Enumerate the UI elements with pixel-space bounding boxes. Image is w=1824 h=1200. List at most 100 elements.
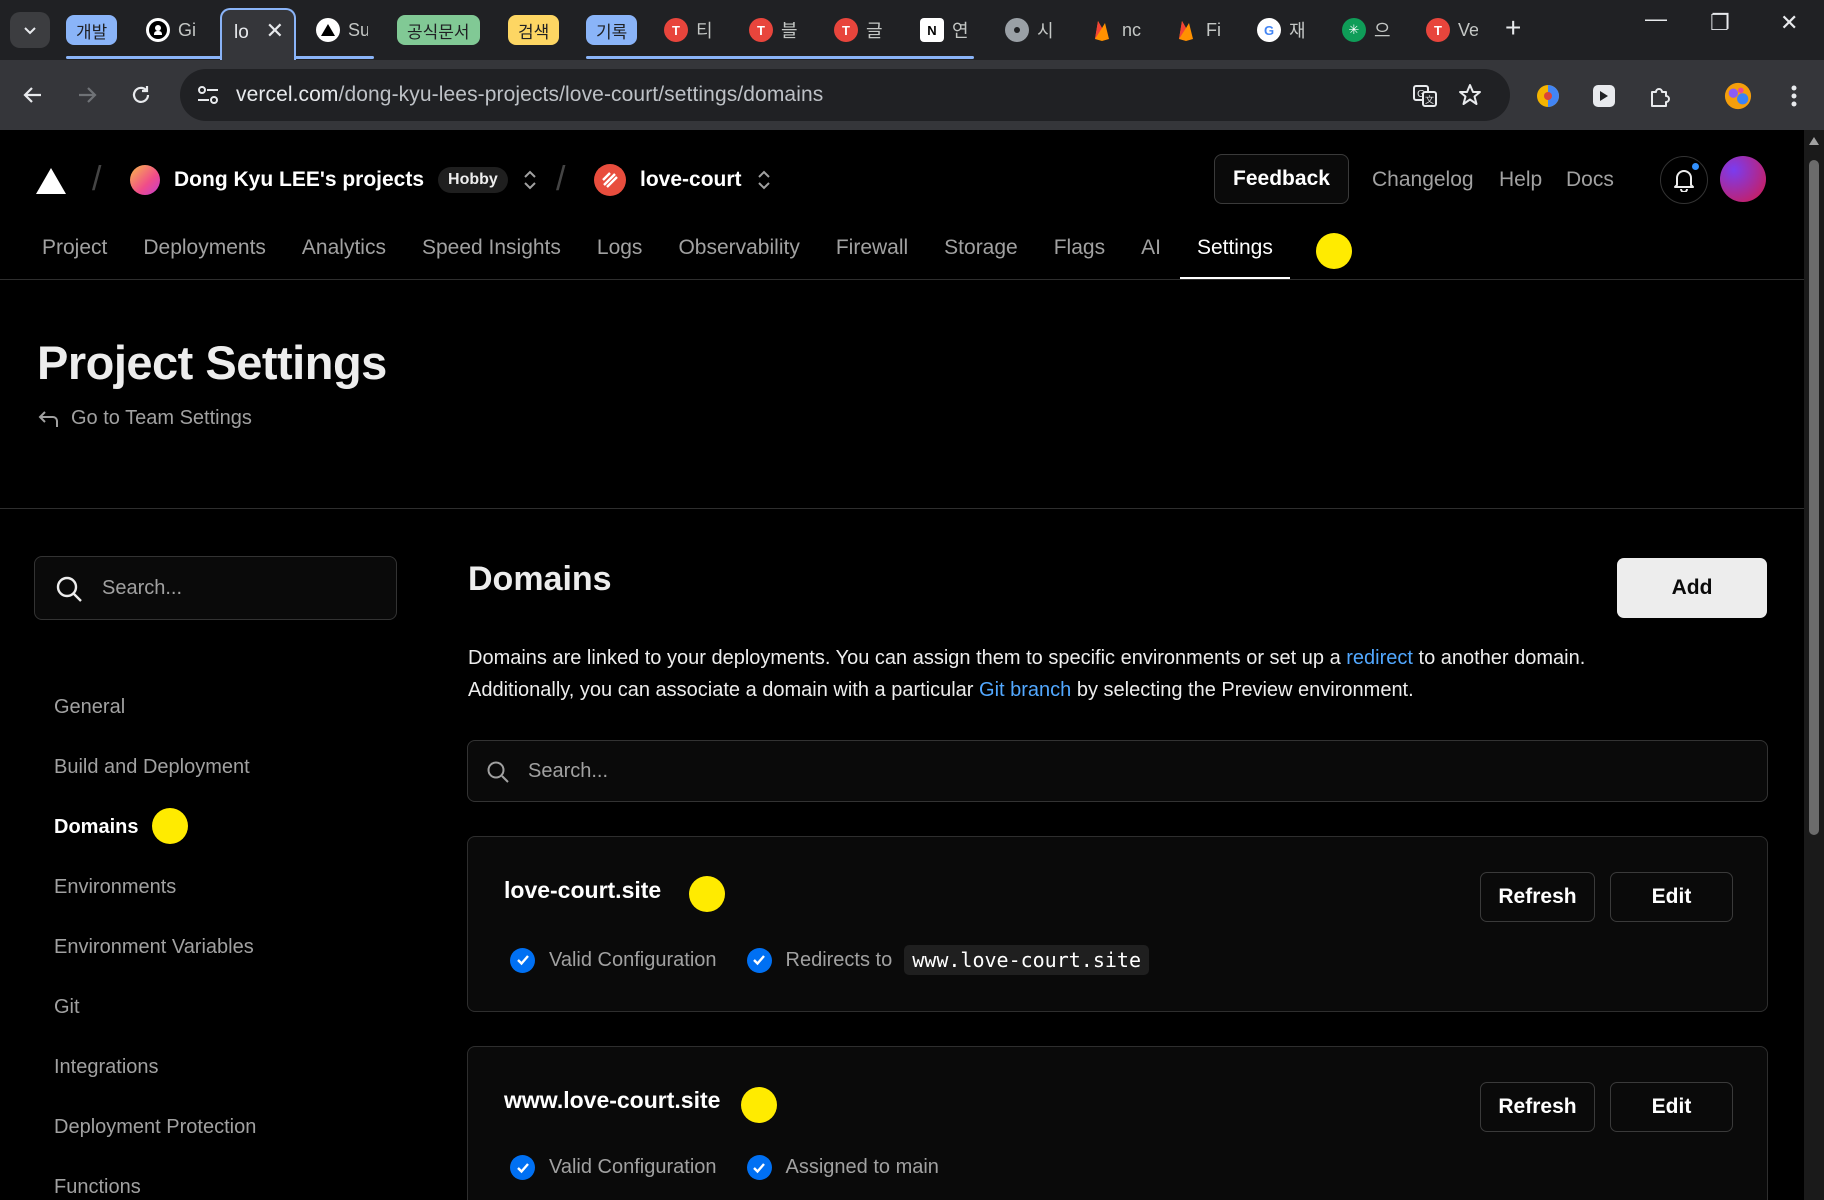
- translate-icon[interactable]: G文: [1412, 83, 1438, 109]
- extension-icon[interactable]: [1590, 82, 1618, 110]
- tab-analytics[interactable]: Analytics: [302, 236, 386, 280]
- browser-tab[interactable]: 시: [1005, 10, 1057, 50]
- address-bar[interactable]: vercel.com/dong-kyu-lees-projects/love-c…: [180, 69, 1510, 121]
- tab-search-button[interactable]: [10, 12, 50, 48]
- browser-tab[interactable]: T Ve: [1426, 10, 1478, 50]
- bell-icon: [1674, 170, 1694, 192]
- browser-tab[interactable]: N연: [920, 10, 972, 50]
- reload-button[interactable]: [124, 78, 158, 112]
- assigned-branch-status: Assigned to main: [785, 1156, 939, 1178]
- sidebar-search-input[interactable]: Search...: [34, 556, 397, 620]
- team-switcher[interactable]: Dong Kyu LEE's projects Hobby: [130, 156, 538, 204]
- minimize-icon[interactable]: —: [1645, 6, 1667, 32]
- docs-link[interactable]: Docs: [1566, 168, 1614, 192]
- browser-tab[interactable]: Fi: [1174, 10, 1226, 50]
- edit-button[interactable]: Edit: [1610, 872, 1733, 922]
- notification-dot: [1690, 161, 1701, 172]
- valid-configuration-status: Valid Configuration: [549, 948, 717, 971]
- tab-settings[interactable]: Settings: [1179, 236, 1290, 280]
- tab-firewall[interactable]: Firewall: [836, 236, 908, 280]
- feedback-button[interactable]: Feedback: [1214, 154, 1349, 204]
- browser-tab[interactable]: ✳ 으: [1342, 10, 1394, 50]
- browser-tab[interactable]: nc: [1090, 10, 1142, 50]
- browser-tab-title: 시: [1037, 21, 1054, 41]
- tab-group-chip[interactable]: 개발: [66, 15, 118, 45]
- highlight-marker: [741, 1087, 777, 1123]
- tab-speed-insights[interactable]: Speed Insights: [422, 236, 561, 280]
- project-switcher[interactable]: love-court: [594, 156, 772, 204]
- domain-name[interactable]: www.love-court.site: [504, 1087, 720, 1114]
- project-name: love-court: [640, 168, 742, 191]
- vercel-logo-icon[interactable]: [36, 168, 66, 194]
- user-avatar[interactable]: [1720, 156, 1766, 202]
- browser-tab-active[interactable]: lo ✕: [220, 8, 296, 60]
- site-info-icon[interactable]: [196, 84, 220, 106]
- restore-icon[interactable]: ❐: [1710, 10, 1730, 36]
- color-picker-extension-icon[interactable]: [1534, 82, 1562, 110]
- browser-tab[interactable]: Su: [316, 10, 368, 50]
- tab-logs[interactable]: Logs: [597, 236, 643, 280]
- tab-flags[interactable]: Flags: [1054, 236, 1105, 280]
- new-tab-button[interactable]: +: [1505, 12, 1521, 44]
- sidebar-item-deployment-protection[interactable]: Deployment Protection: [54, 1116, 256, 1139]
- description-text: by selecting the Preview environment.: [1071, 679, 1414, 701]
- tab-project[interactable]: Project: [42, 236, 107, 280]
- back-button[interactable]: [16, 78, 50, 112]
- git-branch-link[interactable]: Git branch: [979, 679, 1071, 701]
- go-to-team-settings-link[interactable]: Go to Team Settings: [37, 407, 252, 430]
- browser-tab[interactable]: T블: [749, 10, 801, 50]
- redirect-link[interactable]: redirect: [1346, 647, 1413, 669]
- tab-group-chip[interactable]: 기록: [586, 15, 638, 45]
- sidebar-item-environments[interactable]: Environments: [54, 876, 176, 899]
- domain-name[interactable]: love-court.site: [504, 877, 661, 904]
- sidebar-item-general[interactable]: General: [54, 696, 125, 719]
- bookmark-star-icon[interactable]: [1458, 83, 1482, 107]
- app-icon: ✳: [1342, 18, 1366, 42]
- edit-button[interactable]: Edit: [1610, 1082, 1733, 1132]
- refresh-button[interactable]: Refresh: [1480, 1082, 1595, 1132]
- sidebar-item-integrations[interactable]: Integrations: [54, 1056, 159, 1079]
- scrollbar-thumb[interactable]: [1809, 160, 1819, 835]
- sidebar-item-build-and-deployment[interactable]: Build and Deployment: [54, 756, 250, 779]
- scroll-up-icon[interactable]: [1808, 136, 1820, 146]
- tab-observability[interactable]: Observability: [678, 236, 799, 280]
- browser-tab[interactable]: T글: [834, 10, 886, 50]
- domain-search-input[interactable]: Search...: [467, 740, 1768, 802]
- tab-group-chip[interactable]: 검색: [508, 15, 560, 45]
- close-tab-icon[interactable]: ✕: [266, 18, 284, 44]
- browser-tab[interactable]: Gi: [146, 10, 198, 50]
- help-link[interactable]: Help: [1499, 168, 1542, 192]
- add-domain-button[interactable]: Add: [1617, 558, 1767, 618]
- browser-tab-title: Su: [348, 19, 368, 40]
- puzzle-icon[interactable]: [1646, 82, 1674, 110]
- notifications-button[interactable]: [1660, 156, 1708, 204]
- browser-toolbar: vercel.com/dong-kyu-lees-projects/love-c…: [0, 60, 1824, 130]
- browser-tab[interactable]: T티: [664, 10, 716, 50]
- tab-ai[interactable]: AI: [1141, 236, 1161, 280]
- sidebar-item-functions[interactable]: Functions: [54, 1176, 141, 1199]
- forward-button[interactable]: [70, 78, 104, 112]
- close-window-icon[interactable]: ✕: [1780, 10, 1798, 36]
- browser-tab[interactable]: G재: [1257, 10, 1309, 50]
- browser-tab-title: 티: [696, 21, 713, 41]
- changelog-link[interactable]: Changelog: [1372, 168, 1474, 192]
- arrow-left-icon: [23, 87, 41, 103]
- check-circle-icon: [746, 1155, 772, 1180]
- hankyung-icon: T: [664, 18, 688, 42]
- breadcrumb-separator: /: [92, 160, 102, 198]
- domain-status-row: Valid Configuration Redirects to www.lov…: [510, 945, 1150, 975]
- refresh-button[interactable]: Refresh: [1480, 872, 1595, 922]
- tab-deployments[interactable]: Deployments: [143, 236, 266, 280]
- top-navigation: / Dong Kyu LEE's projects Hobby / love-c…: [0, 130, 1804, 280]
- profile-avatar-icon[interactable]: [1724, 82, 1752, 110]
- page-scrollbar[interactable]: [1804, 130, 1824, 1200]
- browser-menu-icon[interactable]: [1780, 82, 1808, 110]
- tab-storage[interactable]: Storage: [944, 236, 1018, 280]
- sidebar-item-domains[interactable]: Domains: [54, 816, 138, 839]
- domain-card: love-court.site Refresh Edit Valid Confi…: [467, 836, 1768, 1012]
- sidebar-item-environment-variables[interactable]: Environment Variables: [54, 936, 254, 959]
- hankyung-icon: T: [1426, 18, 1450, 42]
- highlight-marker: [152, 808, 188, 844]
- sidebar-item-git[interactable]: Git: [54, 996, 80, 1019]
- tab-group-chip[interactable]: 공식문서: [397, 15, 480, 45]
